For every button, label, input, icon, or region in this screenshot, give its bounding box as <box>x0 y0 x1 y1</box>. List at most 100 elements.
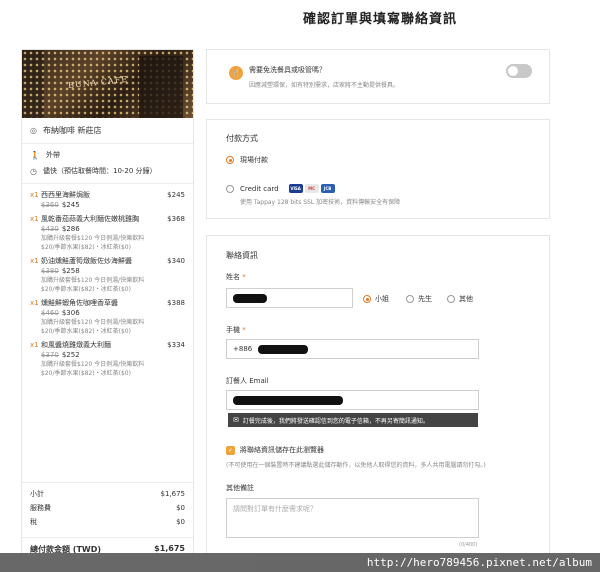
item-name: 和風醬燒雞燉義大利麵 <box>41 341 111 349</box>
radio-credit-card[interactable] <box>226 184 234 193</box>
payment-title: 付款方式 <box>226 134 258 143</box>
title-option-miss[interactable]: 小姐 <box>363 294 389 304</box>
title-option-other[interactable]: 其他 <box>447 294 473 304</box>
order-items-list: x1 西西里海鮮焗飯 $360 $245 $245 x1 風乾番茄蒜義大利麵佐嫩桃… <box>22 184 193 378</box>
title-mr-label: 先生 <box>418 295 432 303</box>
service-fee-label: 服務費 <box>30 504 51 512</box>
utensils-icon: 🍴 <box>229 66 243 80</box>
remark-counter: (0/400) <box>459 542 478 548</box>
item-name: 燻鮭鮮蝦角佐咖哩香草醬 <box>41 299 118 307</box>
item-note: 加購升級套餐$120 今日例湯/快樂飲料$20/季節水果($82)・冰紅茶($0… <box>41 319 145 335</box>
mastercard-icon: MC <box>304 184 319 193</box>
item-old-price: $380 <box>41 267 59 275</box>
watermark-bar: http://hero789456.pixnet.net/album <box>0 553 600 572</box>
item-name: 風乾番茄蒜義大利麵佐嫩桃雞胸 <box>41 215 139 223</box>
store-photo: BUNA CAFE <box>22 50 193 118</box>
list-item: x1 風乾番茄蒜義大利麵佐嫩桃雞胸 $430 $286 加購升級套餐$120 今日… <box>30 214 185 252</box>
item-qty: x1 <box>30 257 39 265</box>
item-name: 奶油燻鮭蘆筍燉飯佐炒海鮮醬 <box>41 257 132 265</box>
item-note: 加購升級套餐$120 今日例湯/快樂飲料$20/季節水果($82)・冰紅茶($0… <box>41 235 145 251</box>
list-item: x1 和風醬燒雞燉義大利麵 $370 $252 加購升級套餐$120 今日例湯/快… <box>30 340 185 378</box>
title-option-mr[interactable]: 先生 <box>406 294 432 304</box>
radio-miss[interactable] <box>363 295 371 303</box>
item-name: 西西里海鮮焗飯 <box>41 191 90 199</box>
service-fee-value: $0 <box>176 504 185 512</box>
payment-card: 付款方式 現場付款 Credit card VISA MC JCB 使用 Tap… <box>206 119 550 219</box>
totals-section: 小計 $1,675 服務費 $0 稅 $0 <box>22 482 193 533</box>
item-old-price: $360 <box>41 201 59 209</box>
item-price: $340 <box>167 257 185 265</box>
item-new-price: $258 <box>61 267 80 275</box>
item-old-price: $430 <box>41 225 59 233</box>
list-item: x1 奶油燻鮭蘆筍燉飯佐炒海鮮醬 $380 $258 加購升級套餐$120 今日例… <box>30 256 185 294</box>
item-price: $388 <box>167 299 185 307</box>
item-new-price: $306 <box>61 309 80 317</box>
order-type: 外帶 <box>45 151 60 159</box>
email-tooltip: ✉ 訂餐完成後，我們將發送確認信到您的電子信箱，不再另寄簡訊通知。 <box>228 413 478 427</box>
item-old-price: $460 <box>41 309 59 317</box>
save-info-row[interactable]: ✓ 將聯絡資訊儲存在此瀏覽器 <box>226 445 324 455</box>
name-input[interactable] <box>226 288 353 308</box>
store-row: ◎ 布納咖啡 新莊店 <box>22 118 193 144</box>
item-old-price: $370 <box>41 351 59 359</box>
item-note: 加購升級套餐$120 今日例湯/快樂飲料$20/季節水果($82)・冰紅茶($0… <box>41 277 145 293</box>
payment-card-label: Credit card <box>240 184 279 193</box>
item-qty: x1 <box>30 299 39 307</box>
location-pin-icon: ◎ <box>30 126 37 135</box>
order-type-row: 🚶 外帶 <box>22 147 193 163</box>
save-info-hint: (不可使用在一個裝置時不建議點選此儲存動作，以免他人取得您的資料，多人共用電腦請… <box>226 462 486 469</box>
subtotal-value: $1,675 <box>160 490 186 498</box>
item-qty: x1 <box>30 341 39 349</box>
radio-other[interactable] <box>447 295 455 303</box>
page-title: 確認訂單與填寫聯絡資訊 <box>302 12 457 27</box>
remark-placeholder: 請問對訂單有什麼需求呢？ <box>233 505 317 513</box>
email-tooltip-text: 訂餐完成後，我們將發送確認信到您的電子信箱，不再另寄簡訊通知。 <box>242 417 429 425</box>
radio-cash[interactable] <box>226 156 234 164</box>
item-new-price: $245 <box>61 201 80 209</box>
redacted-phone <box>258 344 309 354</box>
item-new-price: $286 <box>61 225 80 233</box>
save-info-label: 將聯絡資訊儲存在此瀏覽器 <box>240 446 324 454</box>
watermark-text: http://hero789456.pixnet.net/album <box>366 556 592 569</box>
phone-prefix: +886 <box>233 345 253 353</box>
contact-title: 聯絡資訊 <box>226 251 258 260</box>
store-name: 布納咖啡 新莊店 <box>42 126 102 135</box>
title-miss-label: 小姐 <box>375 295 389 303</box>
radio-mr[interactable] <box>406 295 414 303</box>
redacted-email <box>233 395 343 405</box>
subtotal-label: 小計 <box>30 490 44 498</box>
item-price: $245 <box>167 191 185 199</box>
clock-icon: ◷ <box>30 166 37 176</box>
order-summary-panel: BUNA CAFE ◎ 布納咖啡 新莊店 🚶 外帶 ◷ 儘快（預估取餐時間：10… <box>21 49 194 564</box>
payment-card-hint: 使用 Tappay 128 bits SSL 加密技術，資料傳輸安全有保障 <box>240 199 401 206</box>
title-other-label: 其他 <box>459 295 473 303</box>
payment-option-cash[interactable]: 現場付款 <box>226 155 268 165</box>
pickup-time-row: ◷ 儘快（預估取餐時間：10-20 分鐘） <box>22 163 193 179</box>
pickup-time: 儘快（預估取餐時間：10-20 分鐘） <box>42 167 157 175</box>
walking-person-icon: 🚶 <box>30 150 40 160</box>
remark-textarea[interactable]: 請問對訂單有什麼需求呢？ <box>226 498 479 538</box>
redacted-name <box>233 293 267 303</box>
phone-input[interactable]: +886 <box>226 339 479 359</box>
payment-option-card[interactable]: Credit card VISA MC JCB <box>226 184 335 193</box>
card-brand-icons: VISA MC JCB <box>288 184 335 193</box>
email-input[interactable] <box>226 390 479 410</box>
phone-label: 手機 * <box>226 326 246 334</box>
list-item: x1 燻鮭鮮蝦角佐咖哩香草醬 $460 $306 加購升級套餐$120 今日例湯/… <box>30 298 185 336</box>
list-item: x1 西西里海鮮焗飯 $360 $245 $245 <box>30 190 185 210</box>
payment-cash-label: 現場付款 <box>240 156 268 164</box>
email-label: 訂餐人 Email <box>226 377 269 385</box>
name-label: 姓名 * <box>226 273 246 281</box>
utensils-card: 🍴 需要免洗餐具或吸管嗎？ 因應減塑環保，如有特別需求，店家將不主動提供餐具。 <box>206 49 550 104</box>
item-price: $334 <box>167 341 185 349</box>
save-info-checkbox[interactable]: ✓ <box>226 445 235 455</box>
item-qty: x1 <box>30 215 39 223</box>
utensils-hint: 因應減塑環保，如有特別需求，店家將不主動提供餐具。 <box>249 82 400 89</box>
tax-value: $0 <box>176 518 185 526</box>
remark-label: 其他備註 <box>226 484 254 492</box>
envelope-icon: ✉ <box>233 416 239 424</box>
visa-icon: VISA <box>288 184 303 193</box>
jcb-icon: JCB <box>320 184 335 193</box>
utensils-toggle[interactable] <box>506 64 532 78</box>
item-price: $368 <box>167 215 185 223</box>
